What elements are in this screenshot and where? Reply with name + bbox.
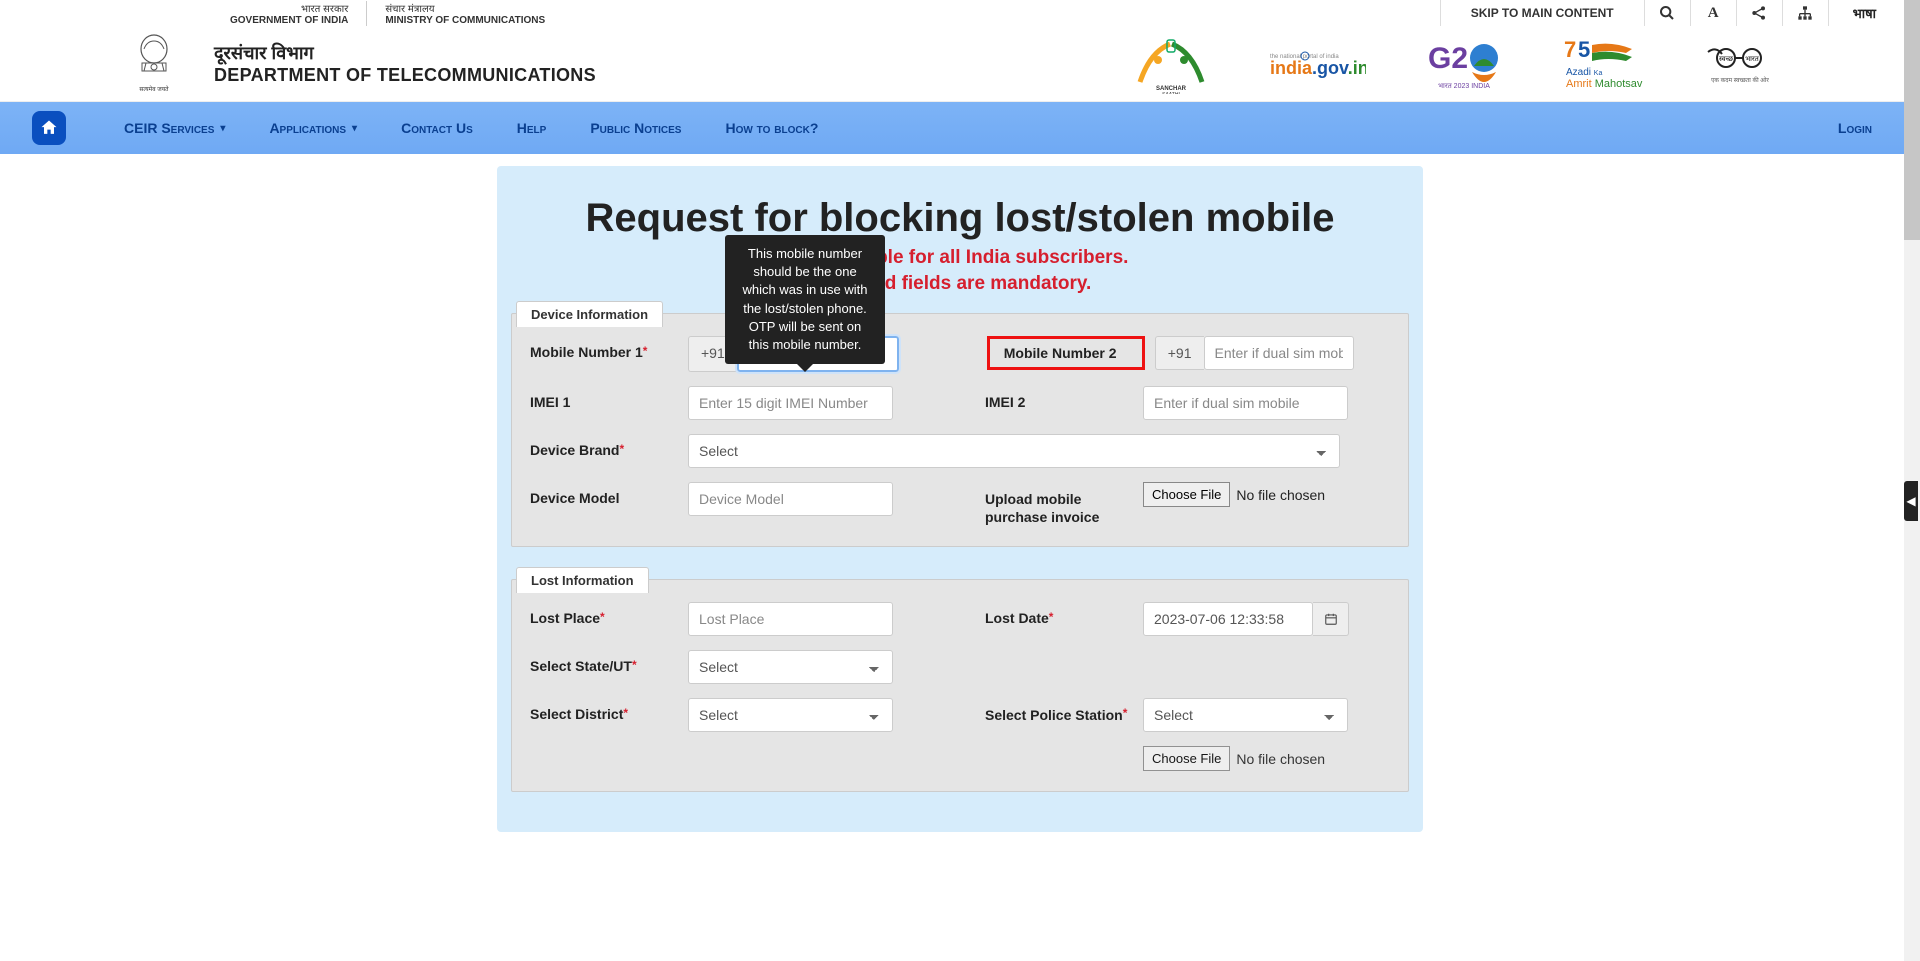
choose-file-button-2[interactable]: Choose File bbox=[1143, 746, 1230, 771]
form-subtitle-2: marked fields are mandatory. bbox=[497, 273, 1423, 295]
device-model-input[interactable] bbox=[688, 482, 893, 516]
swachh-bharat-logo[interactable]: स्वच्छ भारत एक कदम स्वच्छता की ओर bbox=[1704, 36, 1780, 92]
form-title: Request for blocking lost/stolen mobile bbox=[497, 196, 1423, 241]
nav-applications[interactable]: Applications▾ bbox=[247, 120, 379, 136]
police-station-select[interactable]: Select bbox=[1143, 698, 1348, 732]
police-station-label: Select Police Station* bbox=[985, 698, 1133, 724]
country-code-2: +91 bbox=[1155, 336, 1204, 370]
section-tab-lost: Lost Information bbox=[516, 567, 649, 593]
svg-text:SAATHI: SAATHI bbox=[1162, 92, 1180, 94]
sitemap-icon[interactable] bbox=[1783, 0, 1829, 26]
imei-2-label: IMEI 2 bbox=[985, 386, 1133, 410]
device-brand-select[interactable]: Select bbox=[688, 434, 1340, 468]
svg-text:स्वच्छ: स्वच्छ bbox=[1719, 56, 1734, 63]
dept-title-eng: DEPARTMENT OF TELECOMMUNICATIONS bbox=[214, 65, 596, 86]
chevron-down-icon: ▾ bbox=[352, 123, 357, 134]
imei-1-label: IMEI 1 bbox=[530, 386, 678, 410]
district-label: Select District* bbox=[530, 698, 678, 722]
gov-top-bar: भारत सरकार GOVERNMENT OF INDIA संचार मंत… bbox=[0, 0, 1920, 26]
azadi-logo[interactable]: 7 5 Azadi Ka Amrit Mahotsav bbox=[1562, 36, 1646, 92]
font-size-icon[interactable]: A bbox=[1691, 0, 1737, 26]
g20-logo[interactable]: G2 भारत 2023 INDIA bbox=[1424, 36, 1504, 92]
lost-date-input[interactable] bbox=[1143, 602, 1313, 636]
gov-eng-1: GOVERNMENT OF INDIA bbox=[230, 15, 348, 26]
section-tab-device: Device Information bbox=[516, 301, 663, 327]
district-select[interactable]: Select bbox=[688, 698, 893, 732]
lost-place-input[interactable] bbox=[688, 602, 893, 636]
nav-login[interactable]: Login bbox=[1816, 120, 1900, 136]
nav-contact-us[interactable]: Contact Us bbox=[379, 120, 495, 136]
national-emblem: सत्यमेव जयते bbox=[130, 33, 178, 95]
gov-hindi-2: संचार मंत्रालय bbox=[385, 1, 434, 15]
svg-text:भारत 2023 INDIA: भारत 2023 INDIA bbox=[1438, 83, 1490, 90]
home-button[interactable] bbox=[32, 111, 66, 145]
svg-text:G2: G2 bbox=[1428, 42, 1468, 75]
choose-file-invoice-button[interactable]: Choose File bbox=[1143, 482, 1230, 507]
gov-eng-2: MINISTRY OF COMMUNICATIONS bbox=[385, 15, 545, 26]
svg-text:india.gov.in: india.gov.in bbox=[1270, 58, 1366, 78]
state-label: Select State/UT* bbox=[530, 650, 678, 674]
lost-date-label: Lost Date* bbox=[985, 602, 1133, 626]
svg-text:भारत: भारत bbox=[1745, 56, 1760, 63]
skip-to-content-link[interactable]: SKIP TO MAIN CONTENT bbox=[1440, 0, 1645, 26]
main-nav: CEIR Services▾ Applications▾ Contact Us … bbox=[0, 102, 1920, 154]
chevron-down-icon: ▾ bbox=[220, 123, 225, 134]
svg-text:7: 7 bbox=[1564, 37, 1576, 62]
dept-title-hindi: दूरसंचार विभाग bbox=[214, 41, 596, 65]
mobile-number-1-label: Mobile Number 1* bbox=[530, 336, 678, 360]
lost-information-section: Lost Information Lost Place* Lost Date* … bbox=[511, 579, 1409, 792]
state-select[interactable]: Select bbox=[688, 650, 893, 684]
imei-2-input[interactable] bbox=[1143, 386, 1348, 420]
svg-text:Azadi Ka: Azadi Ka bbox=[1566, 67, 1602, 78]
device-model-label: Device Model bbox=[530, 482, 678, 506]
india-gov-logo[interactable]: the national portal of india india.gov.i… bbox=[1270, 36, 1366, 92]
site-header: सत्यमेव जयते दूरसंचार विभाग DEPARTMENT O… bbox=[0, 26, 1920, 102]
mobile-number-tooltip: This mobile number should be the one whi… bbox=[725, 235, 885, 364]
nav-ceir-services[interactable]: CEIR Services▾ bbox=[102, 120, 247, 136]
imei-1-input[interactable] bbox=[688, 386, 893, 420]
mobile-number-2-label: Mobile Number 2 bbox=[987, 336, 1145, 370]
gov-hindi-1: भारत सरकार bbox=[301, 1, 348, 15]
side-arrow-icon[interactable]: ◀ bbox=[1904, 481, 1918, 521]
language-selector[interactable]: भाषा bbox=[1829, 4, 1900, 22]
nav-help[interactable]: Help bbox=[495, 120, 569, 136]
lost-place-label: Lost Place* bbox=[530, 602, 678, 626]
svg-text:Amrit Mahotsav: Amrit Mahotsav bbox=[1566, 78, 1643, 90]
form-subtitle-1: ow available for all India subscribers. bbox=[497, 247, 1423, 269]
device-information-section: Device Information Mobile Number 1* +91 … bbox=[511, 313, 1409, 547]
search-icon[interactable] bbox=[1645, 0, 1691, 26]
mobile-number-2-input[interactable] bbox=[1204, 336, 1354, 370]
upload-invoice-label: Upload mobile purchase invoice bbox=[985, 482, 1133, 526]
device-brand-label: Device Brand* bbox=[530, 434, 678, 458]
svg-text:5: 5 bbox=[1578, 37, 1590, 62]
file-status-2: No file chosen bbox=[1236, 751, 1325, 767]
block-request-form: Request for blocking lost/stolen mobile … bbox=[497, 166, 1423, 832]
share-icon[interactable] bbox=[1737, 0, 1783, 26]
calendar-icon[interactable] bbox=[1313, 602, 1349, 636]
nav-how-to-block[interactable]: How to block? bbox=[703, 120, 840, 136]
invoice-file-status: No file chosen bbox=[1236, 487, 1325, 503]
nav-public-notices[interactable]: Public Notices bbox=[568, 120, 703, 136]
sanchar-saathi-logo[interactable]: SANCHAR SAATHI bbox=[1130, 36, 1212, 92]
svg-text:एक कदम स्वच्छता की ओर: एक कदम स्वच्छता की ओर bbox=[1711, 76, 1769, 84]
